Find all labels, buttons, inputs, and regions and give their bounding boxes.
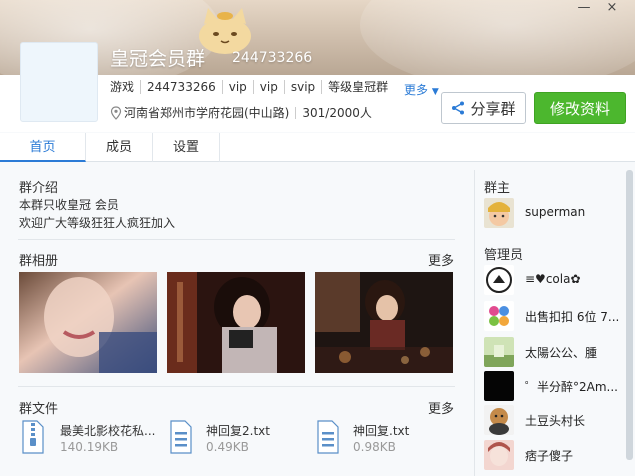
avatar: [484, 301, 514, 331]
file-item[interactable]: 最美北影校花私... 140.19KB: [22, 420, 162, 460]
member-count: 301/2000人: [302, 106, 372, 120]
member-name: 土豆头村长: [525, 414, 586, 428]
tab-settings[interactable]: 设置: [153, 133, 220, 162]
group-avatar[interactable]: [20, 42, 98, 122]
tags-more-label: 更多: [404, 83, 429, 97]
file-name: 神回复2.txt: [206, 424, 270, 438]
admin-title: 管理员: [484, 248, 524, 263]
album-photo[interactable]: [19, 272, 157, 373]
edit-profile-button[interactable]: 修改资料: [534, 92, 626, 124]
text-file-icon: [317, 420, 339, 454]
admin-member[interactable]: 太陽公公、腫: [484, 337, 614, 367]
file-size: 0.98KB: [353, 440, 396, 454]
admin-member[interactable]: 痞子傻子: [484, 440, 614, 470]
admin-member[interactable]: ≡♥cola✿: [484, 265, 614, 295]
files-more-link[interactable]: 更多: [428, 398, 454, 417]
share-icon: [452, 101, 465, 115]
location-pin-icon: [110, 105, 122, 120]
text-file-icon: [170, 420, 192, 454]
album-photo-image: [315, 272, 453, 373]
share-group-label: 分享群: [470, 99, 516, 118]
tags-more-dropdown[interactable]: 更多 ▼: [404, 81, 439, 98]
group-name: 皇冠会员群: [110, 48, 206, 70]
avatar: [484, 337, 514, 367]
divider: [18, 386, 455, 387]
scrollbar[interactable]: [626, 170, 633, 460]
tag-svip: svip: [283, 80, 321, 94]
intro-line: 欢迎广大等级狂狂人疯狂加入: [19, 216, 176, 230]
member-name: superman: [525, 205, 586, 219]
divider: [295, 106, 297, 119]
group-location: 河南省郑州市学府花园(中山路) 301/2000人: [110, 104, 372, 121]
album-photo-image: [19, 272, 157, 373]
share-group-button[interactable]: 分享群: [441, 92, 526, 124]
album-photo[interactable]: [167, 272, 305, 373]
owner-title: 群主: [484, 181, 511, 196]
avatar: [484, 405, 514, 435]
admin-member[interactable]: ゜半分醉°2Am...: [484, 371, 619, 401]
tab-bar: 首页 成员 设置: [0, 133, 635, 162]
caret-down-icon: ▼: [431, 87, 439, 97]
admin-member[interactable]: 土豆头村长: [484, 405, 614, 435]
file-name: 最美北影校花私...: [60, 424, 156, 438]
tag-level: 等级皇冠群: [321, 80, 394, 94]
file-name: 神回复.txt: [353, 424, 410, 438]
group-tags: 游戏 244733266 vip vip svip 等级皇冠群: [110, 80, 394, 94]
album-photo-image: [167, 272, 305, 373]
file-size: 140.19KB: [60, 440, 119, 454]
album-photo[interactable]: [315, 272, 453, 373]
zip-file-icon: [22, 420, 44, 454]
tag-vip: vip: [252, 80, 284, 94]
intro-title: 群介绍: [19, 181, 59, 196]
tab-members[interactable]: 成员: [86, 133, 153, 162]
close-button[interactable]: ×: [600, 0, 624, 18]
tag-vip: vip: [221, 80, 253, 94]
panel-divider: [474, 170, 475, 476]
avatar: [484, 371, 514, 401]
member-name: 出售扣扣 6位 7...: [525, 310, 620, 324]
owner-member[interactable]: superman: [484, 198, 614, 228]
location-text: 河南省郑州市学府花园(中山路): [124, 106, 290, 120]
files-title: 群文件: [19, 402, 59, 417]
tab-home[interactable]: 首页: [0, 133, 86, 162]
member-name: ゜半分醉°2Am...: [525, 380, 618, 394]
file-size: 0.49KB: [206, 440, 249, 454]
group-id: 244733266: [232, 50, 313, 66]
avatar: [484, 440, 514, 470]
tag-group-number: 244733266: [140, 80, 222, 94]
member-name: ≡♥cola✿: [525, 272, 581, 286]
album-more-link[interactable]: 更多: [428, 250, 454, 269]
minimize-button[interactable]: —: [572, 0, 596, 18]
member-name: 太陽公公、腫: [525, 346, 598, 360]
avatar: [484, 198, 514, 228]
album-title: 群相册: [19, 254, 59, 269]
divider: [18, 239, 455, 240]
member-name: 痞子傻子: [525, 449, 574, 463]
admin-member[interactable]: 出售扣扣 6位 7...: [484, 301, 619, 331]
intro-line: 本群只收皇冠 会员: [19, 198, 119, 212]
file-item[interactable]: 神回复2.txt 0.49KB: [168, 420, 288, 460]
tag-category: 游戏: [110, 80, 135, 94]
file-item[interactable]: 神回复.txt 0.98KB: [315, 420, 435, 460]
avatar: [484, 265, 514, 295]
